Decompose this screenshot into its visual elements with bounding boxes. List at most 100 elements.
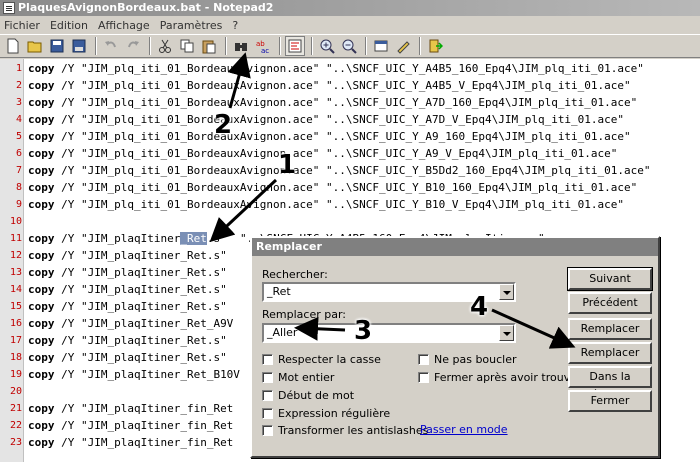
keyword: copy [28,130,55,143]
checkbox-word-start[interactable]: Début de mot [262,389,354,402]
edit-icon[interactable] [393,36,413,56]
checkbox-match-case[interactable]: Respecter la casse [262,353,381,366]
next-button[interactable]: Suivant [567,267,653,291]
keyword: copy [28,62,55,75]
menu-help[interactable]: ? [232,19,238,32]
cut-icon[interactable] [155,36,175,56]
line-rest: /Y "JIM_plq_iti_01_BordeauxAvignon.ace" … [54,181,638,194]
line-rest: /Y "JIM_plaqItiner_Ret_B10V [54,368,240,381]
line-rest: /Y "JIM_plq_iti_01_BordeauxAvignon.ace" … [54,62,644,75]
window-title: PlaquesAvignonBordeaux.bat - Notepad2 [18,1,274,14]
line-rest: /Y "JIM_plq_iti_01_BordeauxAvignon.ace" … [54,113,625,126]
line-rest: /Y "JIM_plaqItiner_Ret.s" [54,351,227,364]
checkbox-label: Début de mot [278,389,355,402]
line-number: 19 [9,369,22,380]
line-rest: /Y "JIM_plaqItiner [54,232,181,245]
line-text: copy /Y "JIM_plq_iti_01_BordeauxAvignon.… [28,196,624,213]
checkbox-label: Fermer après avoir trouvé [434,371,577,384]
chevron-down-icon[interactable] [499,284,514,300]
line-number: 16 [9,318,22,329]
replace-all-button[interactable]: Remplacer tout [568,342,652,377]
toolbar-separator [365,37,367,55]
line-number: 5 [15,131,22,142]
line-rest: /Y "JIM_plaqItiner_fin_Ret [54,436,234,449]
checkbox-label: Transformer les antislashes [278,424,429,437]
line-text: copy /Y "JIM_plaqItiner_Ret.s" [28,349,227,366]
line-text: copy /Y "JIM_plq_iti_01_BordeauxAvignon.… [28,77,631,94]
line-text: copy /Y "JIM_plaqItiner_Ret.s" [28,281,227,298]
undo-icon[interactable] [101,36,121,56]
line-number: 8 [15,182,22,193]
menu-fichier[interactable]: Fichier [4,19,40,32]
new-icon[interactable] [3,36,23,56]
save-icon[interactable] [47,36,67,56]
keyword: copy [28,232,55,245]
checkbox-box[interactable] [262,390,273,401]
checkbox-box[interactable] [262,372,273,383]
code-line: 6 copy /Y "JIM_plq_iti_01_BordeauxAvignon… [0,145,700,162]
line-rest: /Y "JIM_plaqItiner_Ret.s" [54,334,227,347]
paste-icon[interactable] [199,36,219,56]
checkbox-label: Ne pas boucler [434,353,517,366]
replace-value: _Aller [267,326,298,339]
save-as-icon[interactable] [69,36,89,56]
zoom-in-icon[interactable] [317,36,337,56]
line-number: 15 [9,301,22,312]
find-icon[interactable] [231,36,251,56]
checkbox-no-wrap[interactable]: Ne pas boucler [418,353,517,366]
replace-icon[interactable]: ab ac [253,36,273,56]
line-rest: /Y "JIM_plq_iti_01_BordeauxAvignon.ace" … [54,96,638,109]
close-button[interactable]: Fermer [568,390,652,412]
line-rest: /Y "JIM_plaqItiner_Ret_A9V [54,317,234,330]
keyword: copy [28,351,55,364]
notepad-app-icon [3,2,15,14]
copy-icon[interactable] [177,36,197,56]
checkbox-box[interactable] [262,354,273,365]
exit-icon[interactable] [425,36,445,56]
find-value: _Ret [267,285,291,298]
checkbox-whole-word[interactable]: Mot entier [262,371,334,384]
chevron-down-icon[interactable] [499,325,514,341]
in-selection-button[interactable]: Dans la sélection [568,366,652,401]
checkbox-label: Mot entier [278,371,335,384]
checkbox-regex[interactable]: Expression régulière [262,407,390,420]
menu-parametres[interactable]: Paramètres [160,19,223,32]
checkbox-transform-backslashes[interactable]: Transformer les antislashes [262,424,428,437]
line-number: 11 [9,233,22,244]
replace-button[interactable]: Remplacer [568,318,652,340]
toolbar-separator [225,37,227,55]
zoom-out-icon[interactable] [339,36,359,56]
line-rest: /Y "JIM_plq_iti_01_BordeauxAvignon.ace" … [54,79,631,92]
open-icon[interactable] [25,36,45,56]
checkbox-box[interactable] [418,354,429,365]
keyword: copy [28,113,55,126]
redo-icon[interactable] [123,36,143,56]
keyword: copy [28,283,55,296]
keyword: copy [28,368,55,381]
line-rest: /Y "JIM_plq_iti_01_BordeauxAvignon.ace" … [54,130,631,143]
switch-mode-link[interactable]: Passer en mode [420,423,508,436]
line-number: 2 [15,80,22,91]
replace-dialog: Remplacer Rechercher: _Ret Remplacer par… [250,236,660,458]
replace-combo[interactable]: _Aller [262,323,516,343]
line-number: 13 [9,267,22,278]
keyword: copy [28,266,55,279]
keyword: copy [28,419,55,432]
code-line: 8 copy /Y "JIM_plq_iti_01_BordeauxAvignon… [0,179,700,196]
line-text: copy /Y "JIM_plaqItiner_Ret.s" [28,264,227,281]
line-text: copy /Y "JIM_plq_iti_01_BordeauxAvignon.… [28,162,651,179]
checkbox-box[interactable] [262,408,273,419]
previous-button[interactable]: Précédent [568,292,652,314]
menu-edition[interactable]: Edition [50,19,88,32]
scheme-icon[interactable] [371,36,391,56]
menu-affichage[interactable]: Affichage [98,19,150,32]
checkbox-close-after-find[interactable]: Fermer après avoir trouvé [418,371,577,384]
checkbox-box[interactable] [418,372,429,383]
keyword: copy [28,181,55,194]
toolbar-separator [279,37,281,55]
line-rest: /Y "JIM_plq_iti_01_BordeauxAvignon.ace" … [54,147,618,160]
word-wrap-icon[interactable] [285,36,305,56]
checkbox-box[interactable] [262,425,273,436]
annotation-number: 1 [278,150,297,180]
line-text: copy /Y "JIM_plq_iti_01_BordeauxAvignon.… [28,111,624,128]
